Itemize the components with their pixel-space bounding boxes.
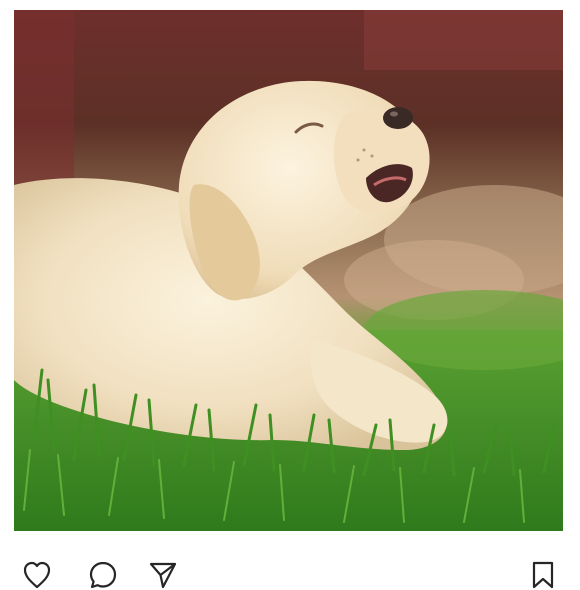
bookmark-icon[interactable] xyxy=(528,560,558,590)
share-icon[interactable] xyxy=(148,560,178,590)
post-image[interactable] xyxy=(14,10,563,531)
puppy-photo xyxy=(14,10,563,531)
like-icon[interactable] xyxy=(22,560,52,590)
comment-icon[interactable] xyxy=(88,560,118,590)
post-action-bar xyxy=(0,560,580,589)
